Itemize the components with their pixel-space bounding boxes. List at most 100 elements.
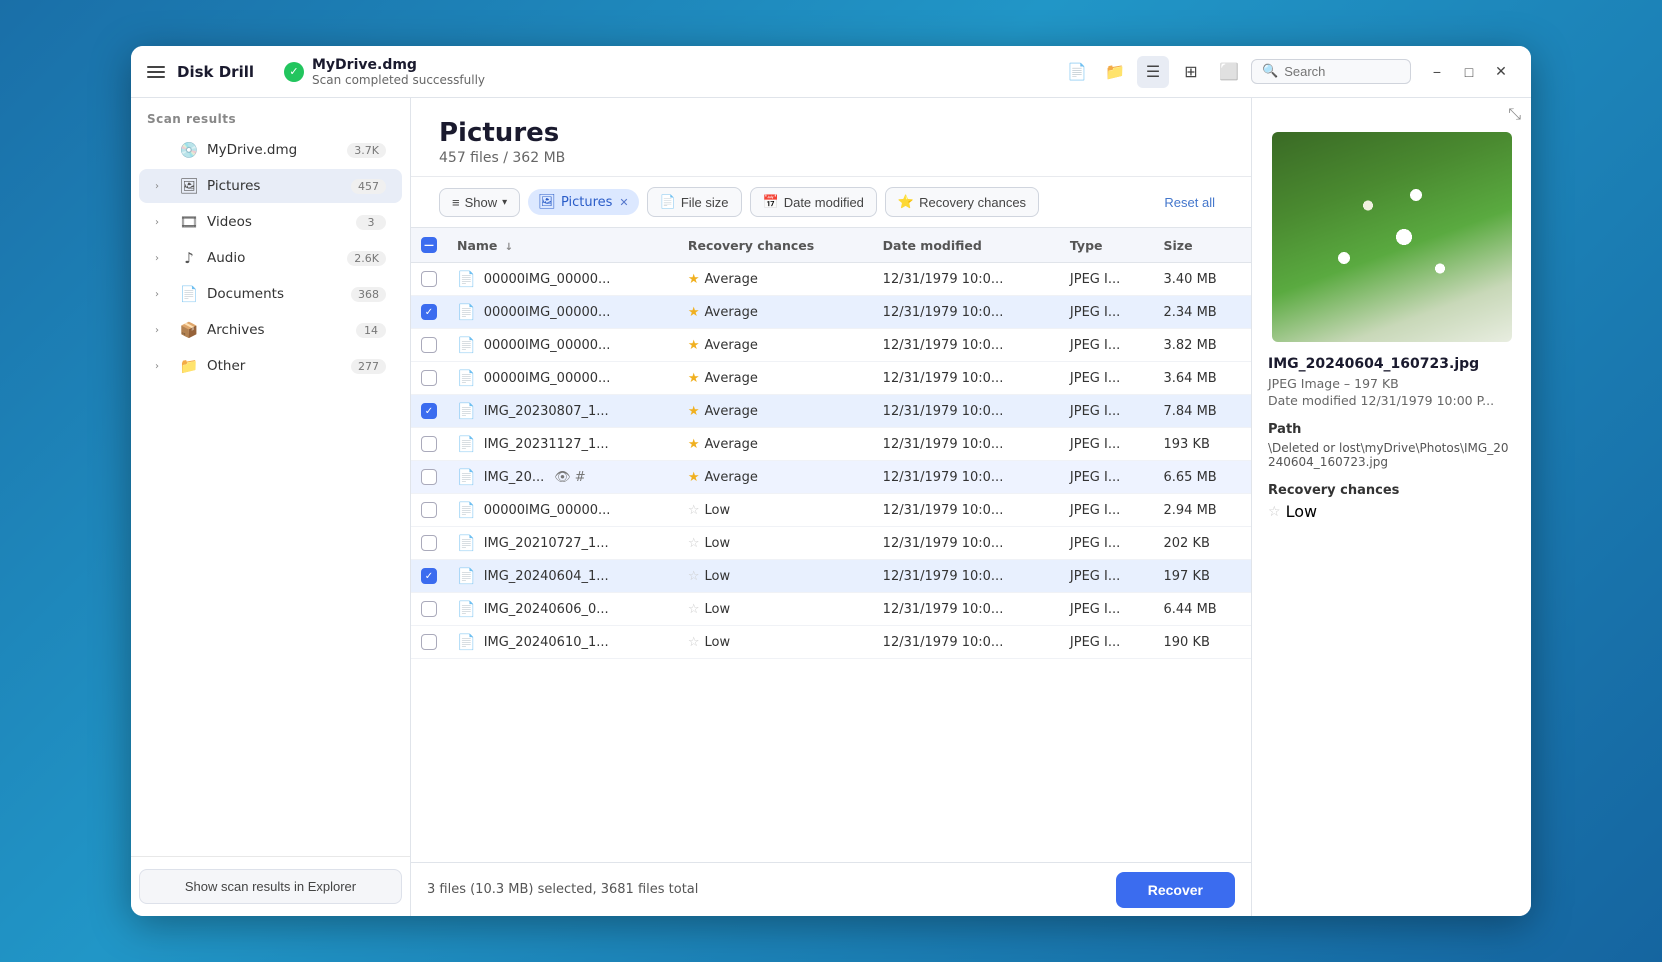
row-checkbox-cell [411,263,447,296]
pictures-filter-chip[interactable]: 🖼 Pictures ✕ [528,189,638,215]
drive-check-icon: ✓ [284,62,304,82]
row-checkbox[interactable] [421,601,437,617]
row-checkbox[interactable] [421,634,437,650]
sidebar-item-other[interactable]: › 📁 Other 277 [139,349,402,383]
row-checkbox-cell [411,461,447,494]
recovery-chances-filter-button[interactable]: ⭐ Recovery chances [885,187,1039,217]
list-view-icon[interactable]: ☰ [1137,56,1169,88]
file-type-cell: JPEG I... [1060,428,1154,461]
recover-button[interactable]: Recover [1116,872,1235,908]
preview-action-icon[interactable]: 👁 [554,470,571,485]
sidebar-item-count: 2.6K [347,251,386,266]
table-row[interactable]: 📄IMG_20210727_1...☆Low12/31/1979 10:0...… [411,527,1251,560]
table-row[interactable]: 📄IMG_20240610_1...☆Low12/31/1979 10:0...… [411,626,1251,659]
row-checkbox[interactable] [421,436,437,452]
sidebar-item-label: Archives [207,322,348,338]
recovery-column-header: Recovery chances [678,228,873,263]
grid-view-icon[interactable]: ⊞ [1175,56,1207,88]
preview-expand-button[interactable]: ⤡ [1508,106,1521,124]
table-row[interactable]: 📄00000IMG_00000...★Average12/31/1979 10:… [411,263,1251,296]
row-checkbox-cell: ✓ [411,395,447,428]
table-row[interactable]: 📄IMG_20240606_0...☆Low12/31/1979 10:0...… [411,593,1251,626]
recovery-cell: ★Average [678,296,873,329]
file-type-icon: 📄 [457,402,476,420]
file-type-cell: JPEG I... [1060,626,1154,659]
close-button[interactable]: ✕ [1487,58,1515,86]
row-checkbox[interactable]: ✓ [421,403,437,419]
file-name-cell: 📄IMG_20240604_1... [447,560,678,593]
row-checkbox[interactable] [421,502,437,518]
sidebar-item-count: 457 [351,179,386,194]
pictures-chip-close[interactable]: ✕ [619,196,628,209]
sidebar-item-count: 3.7K [347,143,386,158]
main-content: Scan results 💿 MyDrive.dmg 3.7K › 🖼 Pict… [131,98,1531,916]
minimize-button[interactable]: − [1423,58,1451,86]
row-checkbox[interactable]: ✓ [421,568,437,584]
status-bar: 3 files (10.3 MB) selected, 3681 files t… [411,862,1251,916]
table-row[interactable]: 📄00000IMG_00000...★Average12/31/1979 10:… [411,329,1251,362]
sidebar-item-videos[interactable]: › 🎞 Videos 3 [139,205,402,239]
folder-icon[interactable]: 📁 [1099,56,1131,88]
sidebar-item-count: 3 [356,215,386,230]
split-view-icon[interactable]: ⬜ [1213,56,1245,88]
hamburger-menu-icon[interactable] [147,62,167,82]
pictures-icon: 🖼 [179,177,199,195]
file-name-text: 00000IMG_00000... [484,272,611,287]
sidebar-item-label: MyDrive.dmg [207,142,339,158]
sidebar-item-audio[interactable]: › ♪ Audio 2.6K [139,241,402,275]
file-type-icon: 📄 [457,633,476,651]
row-checkbox[interactable] [421,535,437,551]
other-icon: 📁 [179,357,199,375]
new-file-icon[interactable]: 📄 [1061,56,1093,88]
row-checkbox[interactable] [421,469,437,485]
sidebar-item-documents[interactable]: › 📄 Documents 368 [139,277,402,311]
file-type-cell: JPEG I... [1060,263,1154,296]
recovery-star-icon: ★ [688,305,700,320]
table-row[interactable]: ✓📄IMG_20240604_1...☆Low12/31/1979 10:0..… [411,560,1251,593]
table-row[interactable]: 📄IMG_20...👁#★Average12/31/1979 10:0...JP… [411,461,1251,494]
file-type-icon: 📄 [457,303,476,321]
date-modified-cell: 12/31/1979 10:0... [873,329,1060,362]
table-row[interactable]: ✓ 📄 00000IMG_00000... ★Average12/31/1979 10… [411,296,1251,329]
date-modified-cell: 12/31/1979 10:0... [873,296,1060,329]
table-header: — Name ↓ Recovery chances Date modified … [411,228,1251,263]
file-type-cell: JPEG I... [1060,527,1154,560]
sidebar-footer: Show scan results in Explorer [131,856,410,916]
file-name-text: 00000IMG_00000... [484,305,611,320]
show-explorer-button[interactable]: Show scan results in Explorer [139,869,402,904]
search-input[interactable] [1284,64,1394,79]
reset-all-button[interactable]: Reset all [1156,191,1223,214]
file-name-text: IMG_20... [484,470,545,485]
date-modified-filter-button[interactable]: 📅 Date modified [750,187,877,217]
file-size-filter-button[interactable]: 📄 File size [647,187,742,217]
file-name-cell: 📄IMG_20210727_1... [447,527,678,560]
table-row[interactable]: 📄00000IMG_00000...★Average12/31/1979 10:… [411,362,1251,395]
row-checkbox[interactable]: ✓ [421,304,437,320]
scan-results-label: Scan results [131,98,410,132]
size-column-header: Size [1154,228,1252,263]
table-row[interactable]: ✓📄IMG_20230807_1...★Average12/31/1979 10… [411,395,1251,428]
show-filter-button[interactable]: ≡ Show ▾ [439,188,520,217]
date-modified-cell: 12/31/1979 10:0... [873,593,1060,626]
recovery-star-icon: ☆ [688,602,700,617]
row-checkbox[interactable] [421,370,437,386]
select-all-checkbox[interactable]: — [421,237,437,253]
table-row[interactable]: 📄IMG_20231127_1...★Average12/31/1979 10:… [411,428,1251,461]
file-name-cell: 📄IMG_20...👁# [447,461,678,494]
table-row[interactable]: 📄00000IMG_00000...☆Low12/31/1979 10:0...… [411,494,1251,527]
date-column-header: Date modified [873,228,1060,263]
select-all-header[interactable]: — [411,228,447,263]
sidebar-item-mydrive[interactable]: 💿 MyDrive.dmg 3.7K [139,133,402,167]
sidebar-item-count: 368 [351,287,386,302]
file-name-cell: 📄00000IMG_00000... [447,362,678,395]
sidebar-item-archives[interactable]: › 📦 Archives 14 [139,313,402,347]
row-checkbox[interactable] [421,271,437,287]
row-checkbox[interactable] [421,337,437,353]
file-type-cell: JPEG I... [1060,494,1154,527]
maximize-button[interactable]: □ [1455,58,1483,86]
tag-action-icon[interactable]: # [575,470,586,485]
file-size-cell: 6.44 MB [1154,593,1252,626]
recovery-cell: ★Average [678,263,873,296]
file-name-text: IMG_20240604_1... [484,569,609,584]
sidebar-item-pictures[interactable]: › 🖼 Pictures 457 [139,169,402,203]
